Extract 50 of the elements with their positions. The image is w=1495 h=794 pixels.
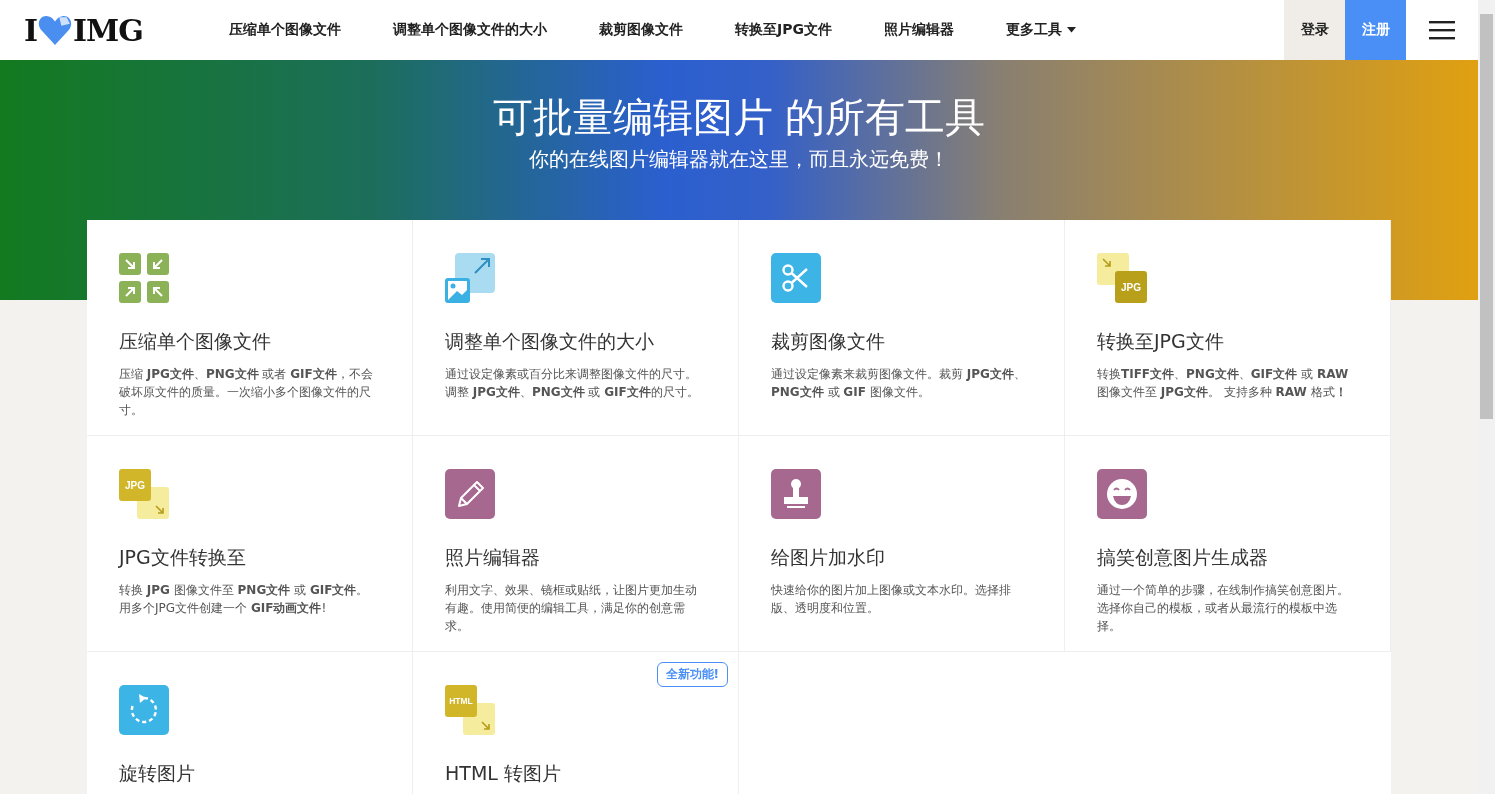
tool-title: 裁剪图像文件	[771, 329, 886, 354]
tool-description: 通过一个简单的步骤，在线制作搞笑创意图片。选择你自己的模板，或者从最流行的模板中选择。	[1097, 582, 1350, 635]
tool-title: 旋转图片	[119, 761, 196, 786]
tool-description: 转换 JPG 图像文件至 PNG文件 或 GIF文件。用多个JPG文件创建一个 GIF动画文件!	[119, 582, 370, 617]
tool-title: 调整单个图像文件的大小	[445, 329, 655, 354]
rotate-icon	[119, 685, 169, 735]
nav-link[interactable]: 调整单个图像文件的大小	[366, 21, 573, 39]
nav-link[interactable]: 裁剪图像文件	[572, 21, 709, 39]
tool-title: 转换至JPG文件	[1097, 329, 1225, 354]
stamp-icon	[771, 469, 821, 519]
tool-description: 转换TIFF文件、PNG文件、GIF文件 或 RAW 图像文件至 JPG文件。 支持多种 RAW 格式！	[1097, 366, 1350, 401]
tool-description: 通过设定像素来裁剪图像文件。裁剪 JPG文件、PNG文件 或 GIF 图像文件。	[771, 366, 1027, 401]
nav-link[interactable]: 压缩单个图像文件	[202, 21, 367, 39]
compress-arrows-icon	[119, 253, 169, 303]
heart-icon	[38, 14, 73, 46]
tool-card[interactable]: JPG 转换至JPG文件 转换TIFF文件、PNG文件、GIF文件 或 RAW 图像文件至 JPG文件。 支持多种 RAW 格式！	[1065, 220, 1391, 436]
tool-title: 搞笑创意图片生成器	[1097, 545, 1269, 570]
scrollbar-thumb[interactable]	[1480, 14, 1493, 419]
tool-description: 通过设定像素或百分比来调整图像文件的尺寸。调整 JPG文件、PNG文件 或 GIF文件的尺寸。	[445, 366, 700, 401]
laughing-face-icon	[1097, 469, 1147, 519]
tool-title: 给图片加水印	[771, 545, 886, 570]
tool-card[interactable]: 搞笑创意图片生成器 通过一个简单的步骤，在线制作搞笑创意图片。选择你自己的模板，或者从最流行的模板中选择。	[1065, 436, 1391, 652]
pencil-icon	[445, 469, 495, 519]
nav-link[interactable]: 更多工具	[979, 21, 1102, 39]
tool-card[interactable]: 调整单个图像文件的大小 通过设定像素或百分比来调整图像文件的尺寸。调整 JPG文件、PNG文件 或 GIF文件的尺寸。	[413, 220, 739, 436]
tool-title: HTML 转图片	[445, 761, 562, 786]
tool-title: JPG文件转换至	[119, 545, 247, 570]
tool-title: 压缩单个图像文件	[119, 329, 272, 354]
hero-title: 可批量编辑图片 的所有工具	[491, 94, 987, 140]
tool-description: 快速给你的图片加上图像或文本水印。选择排版、透明度和位置。	[771, 582, 1012, 617]
tool-description: 利用文字、效果、镜框或贴纸，让图片更加生动有趣。使用简便的编辑工具，满足你的创意需求。	[445, 582, 698, 635]
hero-subtitle: 你的在线图片编辑器就在这里，而且永远免费！	[528, 146, 950, 173]
caret-icon	[1066, 27, 1076, 33]
tool-card[interactable]: 压缩单个图像文件 压缩 JPG文件、PNG文件 或者 GIF文件，不会破坏原文件的质量。一次缩小多个图像文件的尺寸。	[87, 220, 413, 436]
tool-card[interactable]: 全新功能! HTML HTML 转图片	[413, 652, 739, 794]
logo[interactable]: I IMG	[0, 12, 203, 48]
tool-card[interactable]: JPG JPG文件转换至 转换 JPG 图像文件至 PNG文件 或 GIF文件。用多个JPG文件创建一个 GIF动画文件!	[87, 436, 413, 652]
nav-link[interactable]: 转换至JPG文件	[708, 21, 858, 39]
tool-card[interactable]: 照片编辑器 利用文字、效果、镜框或贴纸，让图片更加生动有趣。使用简便的编辑工具，满足你的创意需求。	[413, 436, 739, 652]
tool-title: 照片编辑器	[445, 545, 541, 570]
tool-card[interactable]: 裁剪图像文件 通过设定像素来裁剪图像文件。裁剪 JPG文件、PNG文件 或 GIF 图像文件。	[739, 220, 1065, 436]
scissors-icon	[771, 253, 821, 303]
tool-description: 压缩 JPG文件、PNG文件 或者 GIF文件，不会破坏原文件的质量。一次缩小多个图像文件的尺寸。	[119, 366, 374, 419]
login-button[interactable]: 登录	[1284, 0, 1345, 60]
resize-image-icon	[445, 253, 495, 303]
tool-card[interactable]: 给图片加水印 快速给你的图片加上图像或文本水印。选择排版、透明度和位置。	[739, 436, 1065, 652]
menu-icon[interactable]	[1429, 20, 1455, 40]
tool-card[interactable]: 旋转图片	[87, 652, 413, 794]
nav-link[interactable]: 照片编辑器	[857, 21, 980, 39]
new-badge: 全新功能!	[656, 662, 728, 687]
